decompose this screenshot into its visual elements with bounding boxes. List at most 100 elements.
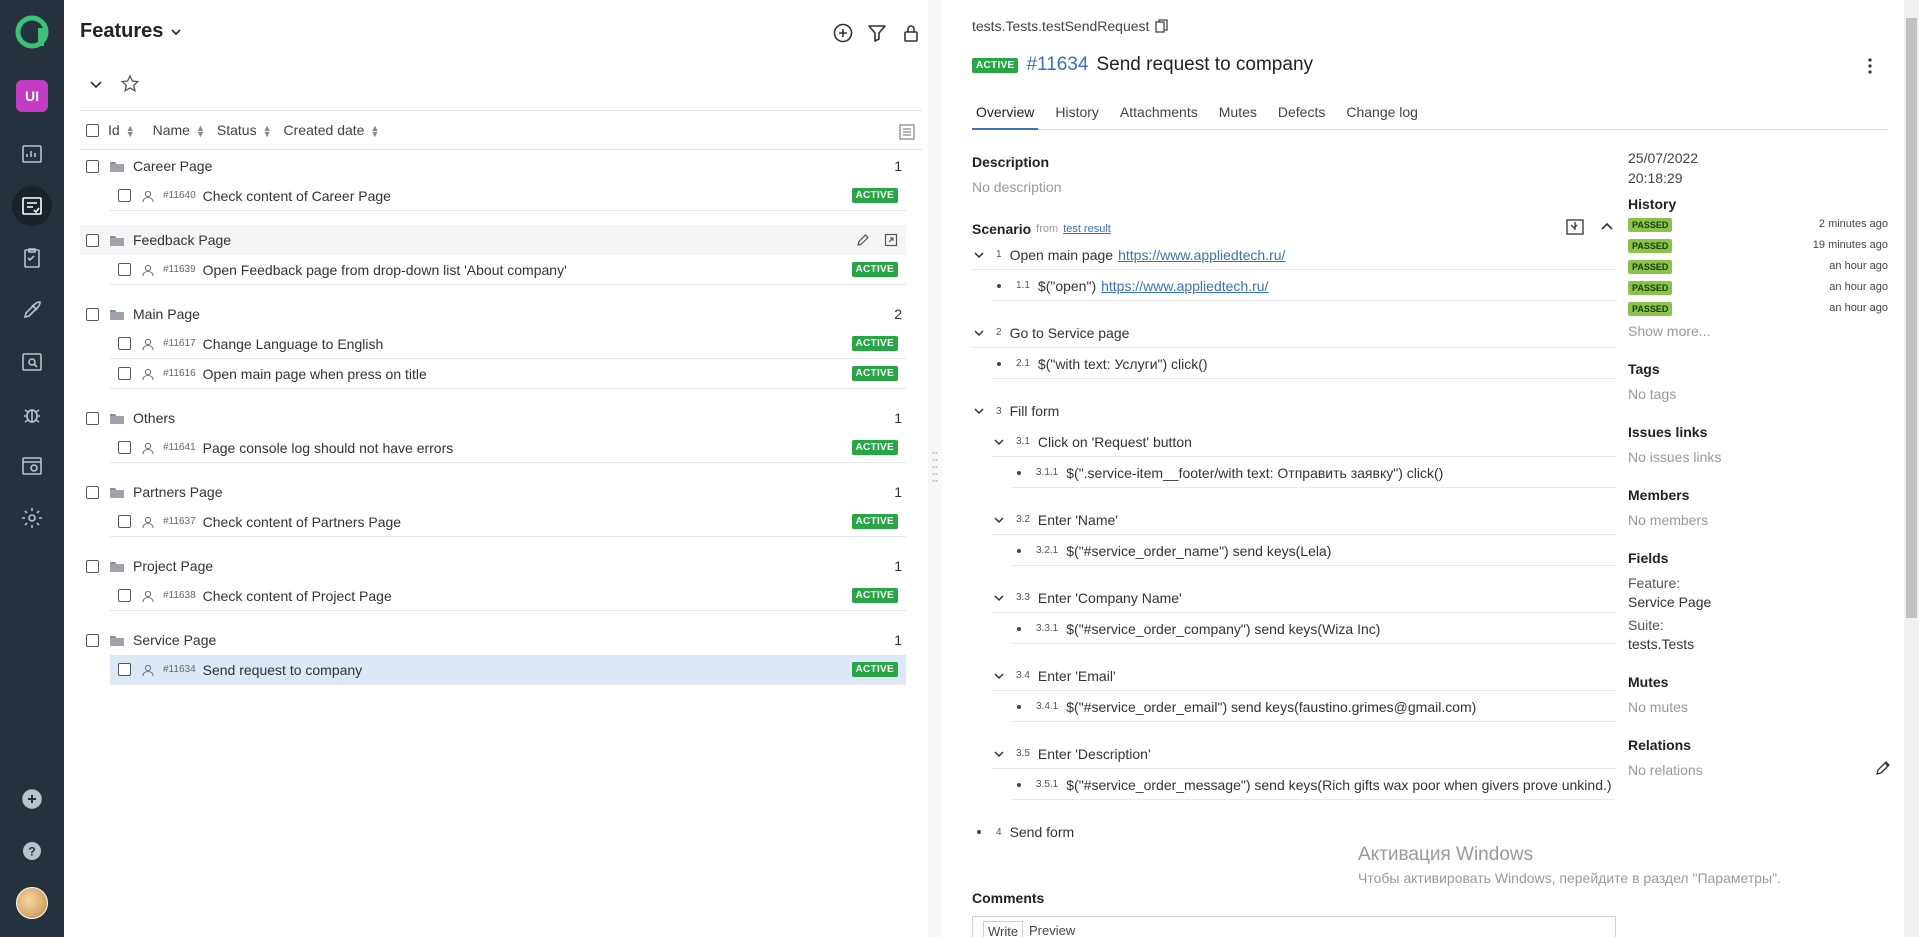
row-checkbox[interactable] [118, 589, 131, 602]
row-checkbox[interactable] [118, 337, 131, 350]
tree-group-row[interactable]: Main Page 2 [80, 299, 906, 329]
project-avatar[interactable]: UI [16, 80, 48, 112]
tab-change-log[interactable]: Change log [1342, 100, 1422, 130]
launches-icon[interactable] [12, 290, 52, 330]
filter-icon[interactable] [866, 22, 888, 44]
test-case-row[interactable]: #11639 Open Feedback page from drop-down … [110, 255, 906, 285]
chevron-down-icon[interactable] [972, 248, 986, 262]
expand-all-icon[interactable] [1566, 218, 1584, 236]
chevron-down-icon[interactable] [992, 591, 1006, 605]
scenario-step[interactable]: 3.2.1 $("#service_order_name") send keys(… [1012, 536, 1616, 566]
scenario-step[interactable]: 2.1 $("with text: Услуги") click() [992, 349, 1616, 379]
chevron-up-icon[interactable] [1598, 218, 1616, 236]
scenario-step[interactable]: 3.3 Enter 'Company Name' [992, 583, 1616, 613]
add-icon[interactable] [832, 22, 854, 44]
scenario-step[interactable]: 3.5 Enter 'Description' [992, 739, 1616, 769]
select-all-checkbox[interactable] [86, 123, 99, 137]
step-link[interactable]: https://www.appliedtech.ru/ [1118, 247, 1285, 263]
tab-mutes[interactable]: Mutes [1215, 100, 1261, 130]
preview-tab[interactable]: Preview [1025, 921, 1079, 937]
chevron-down-icon[interactable] [972, 326, 986, 340]
defects-icon[interactable] [12, 394, 52, 434]
scenario-step[interactable]: 3.4.1 $("#service_order_email") send keys… [1012, 692, 1616, 722]
scenario-step[interactable]: 3.5.1 $("#service_order_message") send ke… [1012, 770, 1616, 800]
star-icon[interactable] [120, 74, 140, 94]
scenario-step[interactable]: 3 Fill form [972, 396, 1616, 426]
history-item[interactable]: PASSED an hour ago [1628, 279, 1888, 300]
tree-group-row[interactable]: Partners Page 1 [80, 477, 906, 507]
edit-relations-icon[interactable] [1875, 760, 1891, 776]
row-checkbox[interactable] [118, 441, 131, 454]
scenario-step[interactable]: 3.1 Click on 'Request' button [992, 427, 1616, 457]
scenario-step[interactable]: 3.4 Enter 'Email' [992, 661, 1616, 691]
help-icon[interactable]: ? [12, 831, 52, 871]
test-case-row[interactable]: #11637 Check content of Partners Page ACTI… [110, 507, 906, 537]
chevron-down-icon[interactable] [972, 404, 986, 418]
tree-group-row[interactable]: Project Page 1 [80, 551, 906, 581]
scenario-step[interactable]: 2 Go to Service page [972, 318, 1616, 348]
tree-group-row[interactable]: Feedback Page [80, 225, 906, 255]
jobs-icon[interactable] [12, 446, 52, 486]
step-link[interactable]: https://www.appliedtech.ru/ [1101, 278, 1268, 294]
test-case-row[interactable]: #11616 Open main page when press on title… [110, 359, 906, 389]
scenario-step[interactable]: 4 Send form [972, 817, 1616, 847]
scenario-step[interactable]: 3.3.1 $("#service_order_company") send ke… [1012, 614, 1616, 644]
column-status[interactable]: Status ▲ ▼ [217, 122, 272, 139]
test-case-row[interactable]: #11640 Check content of Career Page ACTIVE [110, 181, 906, 211]
page-scrollbar-thumb[interactable] [1906, 18, 1917, 618]
page-scrollbar[interactable] [1904, 0, 1919, 937]
history-item[interactable]: PASSED 2 minutes ago [1628, 216, 1888, 237]
pane-splitter[interactable] [928, 0, 942, 937]
group-checkbox[interactable] [86, 559, 99, 573]
tab-history[interactable]: History [1051, 100, 1103, 130]
tree-title-selector[interactable]: Features [80, 20, 183, 43]
open-icon[interactable] [884, 233, 898, 247]
chevron-down-icon[interactable] [992, 747, 1006, 761]
test-plans-icon[interactable] [12, 238, 52, 278]
history-item[interactable]: PASSED an hour ago [1628, 300, 1888, 321]
write-tab[interactable]: Write [983, 921, 1024, 937]
row-checkbox[interactable] [118, 663, 131, 676]
lock-icon[interactable] [900, 22, 922, 44]
column-settings-icon[interactable] [898, 123, 916, 141]
settings-icon[interactable] [12, 498, 52, 538]
scenario-step[interactable]: 3.1.1 $(".service-item__footer/with text:… [1012, 458, 1616, 488]
more-options-icon[interactable] [1860, 56, 1880, 76]
row-checkbox[interactable] [118, 263, 131, 276]
group-checkbox[interactable] [86, 633, 99, 647]
row-checkbox[interactable] [118, 515, 131, 528]
group-checkbox[interactable] [86, 307, 99, 321]
group-checkbox[interactable] [86, 233, 99, 247]
tab-defects[interactable]: Defects [1274, 100, 1329, 130]
scenario-step[interactable]: 1 Open main page https://www.appliedtech.r… [972, 240, 1616, 270]
collapse-all-icon[interactable] [88, 76, 104, 92]
tree-group-row[interactable]: Others 1 [80, 403, 906, 433]
test-case-row[interactable]: #11638 Check content of Project Page ACTIV… [110, 581, 906, 611]
chevron-down-icon[interactable] [992, 669, 1006, 683]
scenario-step[interactable]: 1.1 $("open") https://www.appliedtech.ru/ [992, 271, 1616, 301]
test-case-row[interactable]: #11641 Page console log should not have e… [110, 433, 906, 463]
scenario-step[interactable]: 3.2 Enter 'Name' [992, 505, 1616, 535]
group-checkbox[interactable] [86, 485, 99, 499]
show-more-link[interactable]: Show more... [1628, 323, 1888, 339]
test-case-row[interactable]: #11617 Change Language to English ACTIVE [110, 329, 906, 359]
edit-icon[interactable] [856, 233, 870, 247]
test-case-row[interactable]: #11634 Send request to company ACTIVE [110, 655, 906, 685]
history-item[interactable]: PASSED an hour ago [1628, 258, 1888, 279]
row-checkbox[interactable] [118, 367, 131, 380]
analytics-icon[interactable] [12, 342, 52, 382]
tree-group-row[interactable]: Service Page 1 [80, 625, 906, 655]
group-checkbox[interactable] [86, 411, 99, 425]
tab-attachments[interactable]: Attachments [1116, 100, 1202, 130]
dashboards-icon[interactable] [12, 134, 52, 174]
tree-group-row[interactable]: Career Page 1 [80, 151, 906, 181]
user-avatar[interactable] [16, 887, 48, 919]
row-checkbox[interactable] [118, 189, 131, 202]
group-checkbox[interactable] [86, 159, 99, 173]
column-created-date[interactable]: Created date ▲ ▼ [284, 122, 380, 139]
chevron-down-icon[interactable] [992, 435, 1006, 449]
add-icon[interactable] [12, 779, 52, 819]
column-id[interactable]: Id ▲ ▼ [108, 122, 135, 139]
chevron-down-icon[interactable] [992, 513, 1006, 527]
copy-icon[interactable] [1155, 19, 1169, 33]
